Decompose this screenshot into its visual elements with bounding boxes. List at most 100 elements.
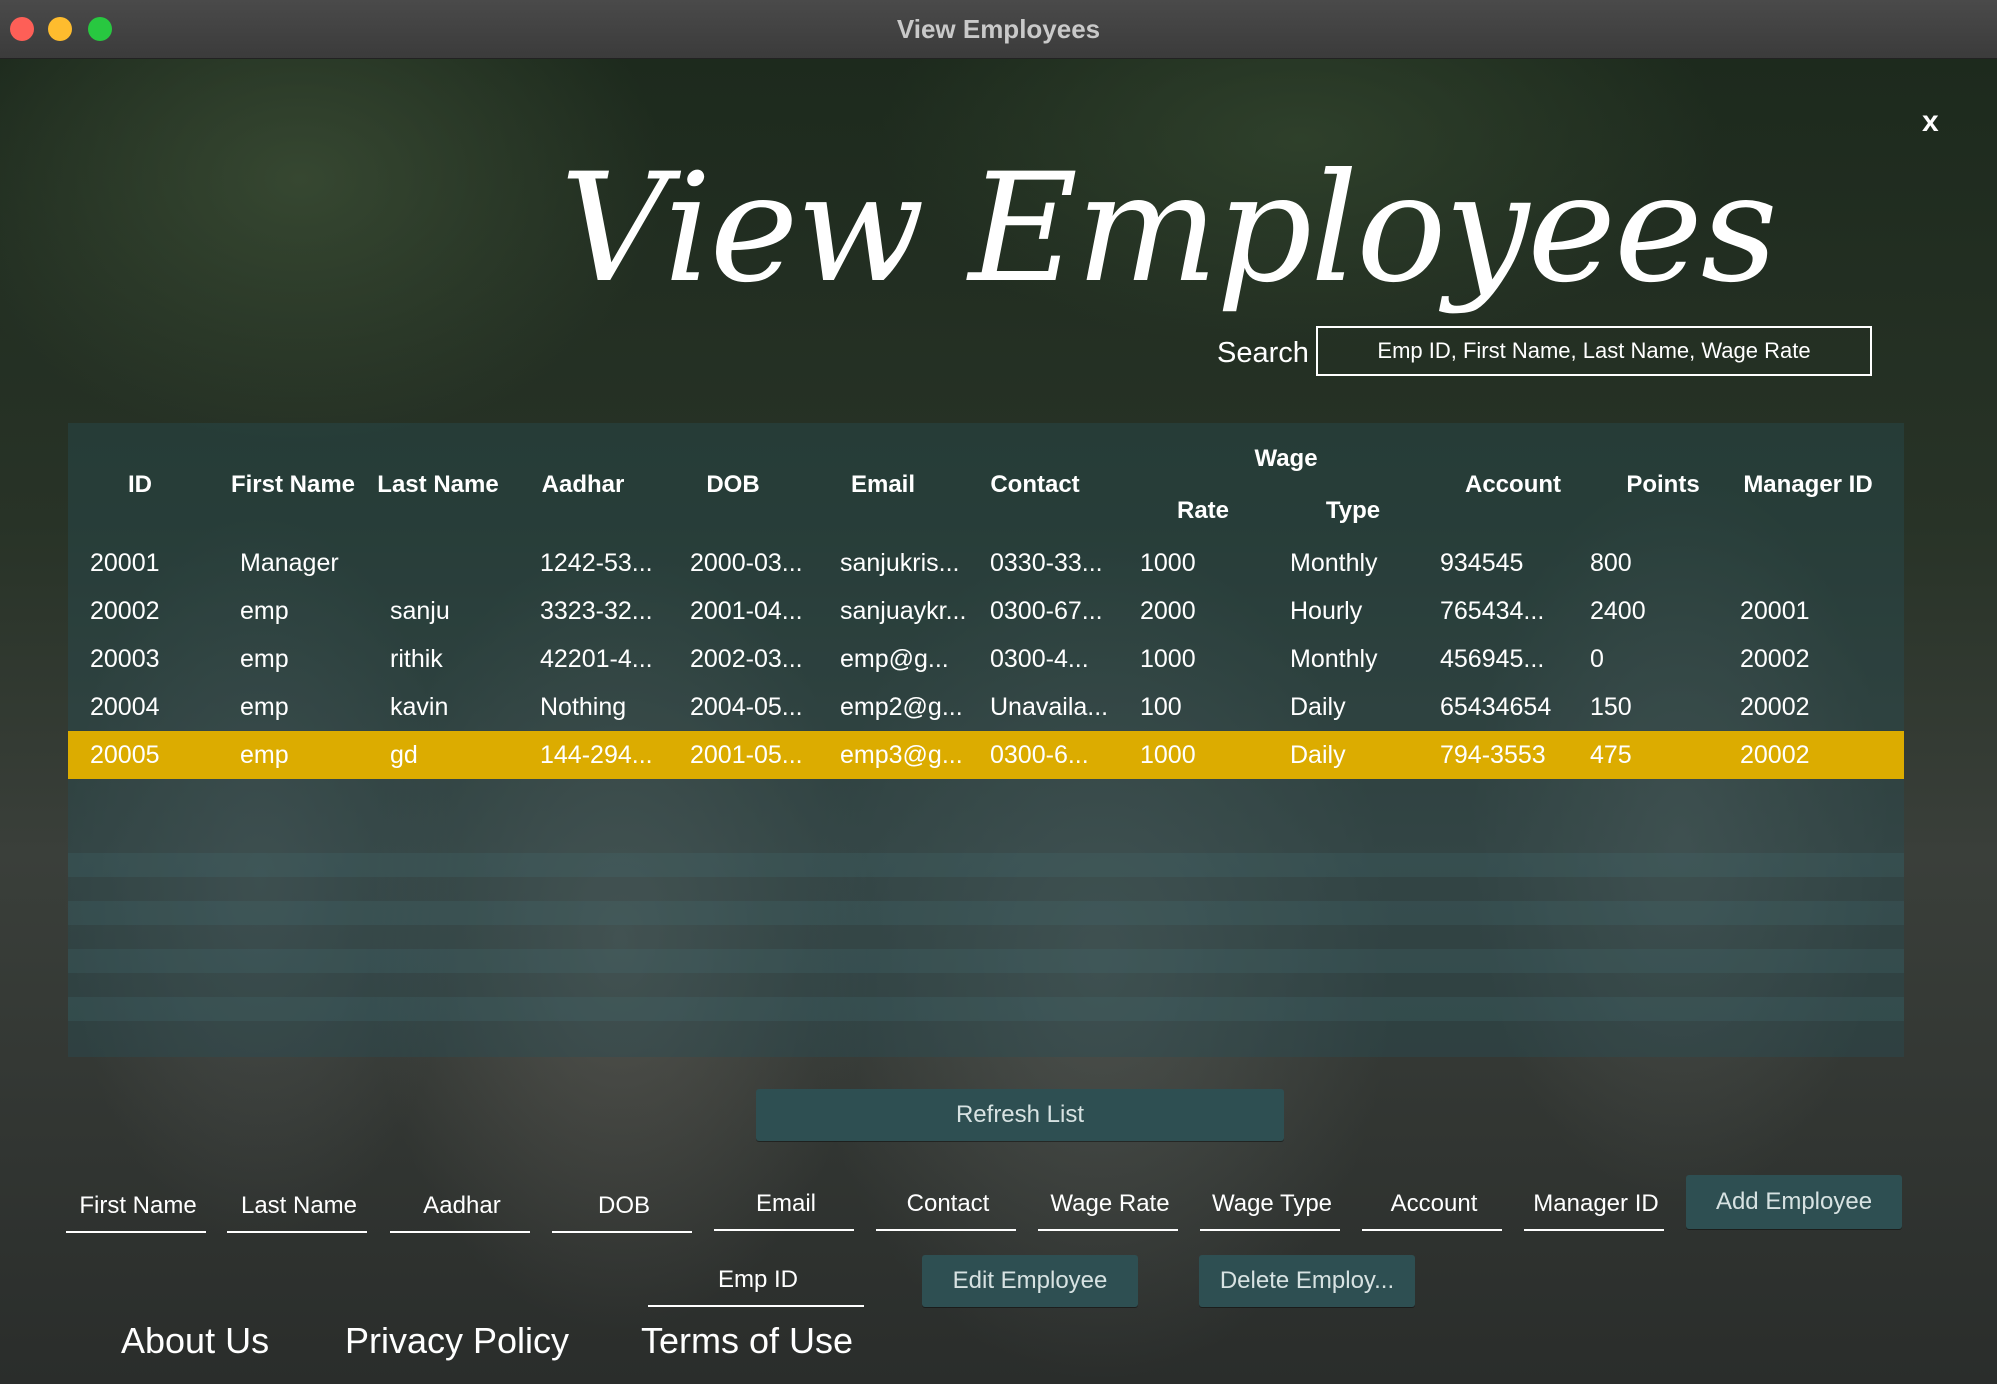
cell-account: 794-3553 — [1440, 741, 1546, 769]
table-row[interactable]: 20003 emp rithik 42201-4... 2002-03... emp@g.… — [68, 635, 1904, 683]
cell-wage-type: Monthly — [1290, 645, 1378, 673]
wage-type-input[interactable] — [1200, 1181, 1344, 1227]
cell-contact: 0300-67... — [990, 597, 1103, 625]
cell-last-name: kavin — [390, 693, 449, 721]
cell-contact: Unavaila... — [990, 693, 1109, 721]
header-account: Account — [1465, 471, 1561, 498]
cell-points: 2400 — [1590, 597, 1646, 625]
header-aadhar: Aadhar — [541, 471, 625, 498]
cell-id: 20002 — [90, 597, 160, 625]
cell-wage-type: Monthly — [1290, 549, 1378, 577]
header-contact: Contact — [990, 471, 1080, 498]
wage-rate-field[interactable] — [1038, 1181, 1182, 1231]
edit-employee-button[interactable]: Edit Employee — [922, 1255, 1138, 1307]
delete-employee-button[interactable]: Delete Employ... — [1199, 1255, 1415, 1307]
contact-input[interactable] — [876, 1181, 1020, 1227]
wage-type-field[interactable] — [1200, 1181, 1344, 1231]
cell-wage-rate: 2000 — [1140, 597, 1196, 625]
table-row[interactable]: 20005 emp gd 144-294... 2001-05... emp3@g... 0… — [68, 731, 1904, 779]
cell-aadhar: Nothing — [540, 693, 627, 721]
account-input[interactable] — [1362, 1181, 1506, 1227]
account-field[interactable] — [1362, 1181, 1506, 1231]
header-dob: DOB — [706, 471, 760, 498]
cell-last-name: rithik — [390, 645, 443, 673]
about-us-link[interactable]: About Us — [121, 1320, 269, 1362]
emp-id-input[interactable] — [648, 1257, 868, 1303]
table-row[interactable]: 20002 emp sanju 3323-32... 2001-04... sanjuay… — [68, 587, 1904, 635]
cell-email: sanjuaykr... — [840, 597, 967, 625]
cell-id: 20004 — [90, 693, 160, 721]
cell-points: 800 — [1590, 549, 1632, 577]
cell-first-name: emp — [240, 597, 289, 625]
header-wage-type: Type — [1325, 497, 1381, 524]
emp-id-field[interactable] — [648, 1257, 868, 1307]
header-manager-id: Manager ID — [1743, 471, 1873, 498]
cell-wage-rate: 1000 — [1140, 741, 1196, 769]
search-label: Search — [1217, 337, 1309, 369]
cell-first-name: emp — [240, 741, 289, 769]
cell-aadhar: 1242-53... — [540, 549, 653, 577]
header-wage: Wage — [1254, 445, 1318, 472]
cell-email: emp@g... — [840, 645, 949, 673]
cell-points: 475 — [1590, 741, 1632, 769]
cell-first-name: emp — [240, 645, 289, 673]
email-input[interactable] — [714, 1181, 858, 1227]
cell-first-name: emp — [240, 693, 289, 721]
cell-wage-rate: 100 — [1140, 693, 1182, 721]
cell-email: emp2@g... — [840, 693, 963, 721]
first-name-field[interactable] — [66, 1183, 210, 1233]
table-row[interactable]: 20001 Manager 1242-53... 2000-03... sanjukri… — [68, 539, 1904, 587]
header-points: Points — [1626, 471, 1700, 498]
cell-manager-id: 20002 — [1740, 645, 1810, 673]
header-email: Email — [850, 471, 916, 498]
close-icon[interactable]: x — [1922, 105, 1939, 139]
cell-manager-id: 20002 — [1740, 693, 1810, 721]
cell-aadhar: 42201-4... — [540, 645, 653, 673]
cell-dob: 2000-03... — [690, 549, 803, 577]
last-name-field[interactable] — [227, 1183, 371, 1233]
first-name-input[interactable] — [66, 1183, 210, 1229]
cell-email: sanjukris... — [840, 549, 960, 577]
refresh-list-button[interactable]: Refresh List — [756, 1089, 1284, 1141]
table-row[interactable]: 20004 emp kavin Nothing 2004-05... emp2@g... U… — [68, 683, 1904, 731]
wage-rate-input[interactable] — [1038, 1181, 1182, 1227]
cell-points: 150 — [1590, 693, 1632, 721]
header-first-name: First Name — [230, 471, 356, 498]
window-title: View Employees — [896, 14, 1101, 44]
cell-account: 456945... — [1440, 645, 1545, 673]
manager-id-field[interactable] — [1524, 1181, 1668, 1231]
window-titlebar: View Employees — [0, 0, 1997, 59]
last-name-input[interactable] — [227, 1183, 371, 1229]
cell-contact: 0300-6... — [990, 741, 1089, 769]
add-employee-button[interactable]: Add Employee — [1686, 1175, 1902, 1229]
cell-dob: 2001-05... — [690, 741, 803, 769]
cell-first-name: Manager — [240, 549, 339, 577]
header-id: ID — [128, 471, 152, 498]
cell-wage-type: Daily — [1290, 693, 1346, 721]
manager-id-input[interactable] — [1524, 1181, 1668, 1227]
cell-email: emp3@g... — [840, 741, 963, 769]
email-field[interactable] — [714, 1181, 858, 1231]
cell-contact: 0330-33... — [990, 549, 1103, 577]
cell-aadhar: 144-294... — [540, 741, 653, 769]
aadhar-field[interactable] — [390, 1183, 534, 1233]
cell-last-name: gd — [390, 741, 418, 769]
cell-wage-type: Daily — [1290, 741, 1346, 769]
contact-field[interactable] — [876, 1181, 1020, 1231]
search-input[interactable] — [1316, 326, 1872, 376]
dob-field[interactable] — [552, 1183, 696, 1233]
cell-id: 20001 — [90, 549, 160, 577]
cell-manager-id: 20001 — [1740, 597, 1810, 625]
aadhar-input[interactable] — [390, 1183, 534, 1229]
main-content: x View Employees Search ID First Name La… — [0, 59, 1997, 1384]
terms-of-use-link[interactable]: Terms of Use — [641, 1320, 853, 1362]
cell-dob: 2004-05... — [690, 693, 803, 721]
dob-input[interactable] — [552, 1183, 696, 1229]
cell-id: 20005 — [90, 741, 160, 769]
cell-dob: 2002-03... — [690, 645, 803, 673]
cell-account: 765434... — [1440, 597, 1545, 625]
cell-id: 20003 — [90, 645, 160, 673]
cell-dob: 2001-04... — [690, 597, 803, 625]
cell-points: 0 — [1590, 645, 1604, 673]
privacy-policy-link[interactable]: Privacy Policy — [345, 1320, 569, 1362]
